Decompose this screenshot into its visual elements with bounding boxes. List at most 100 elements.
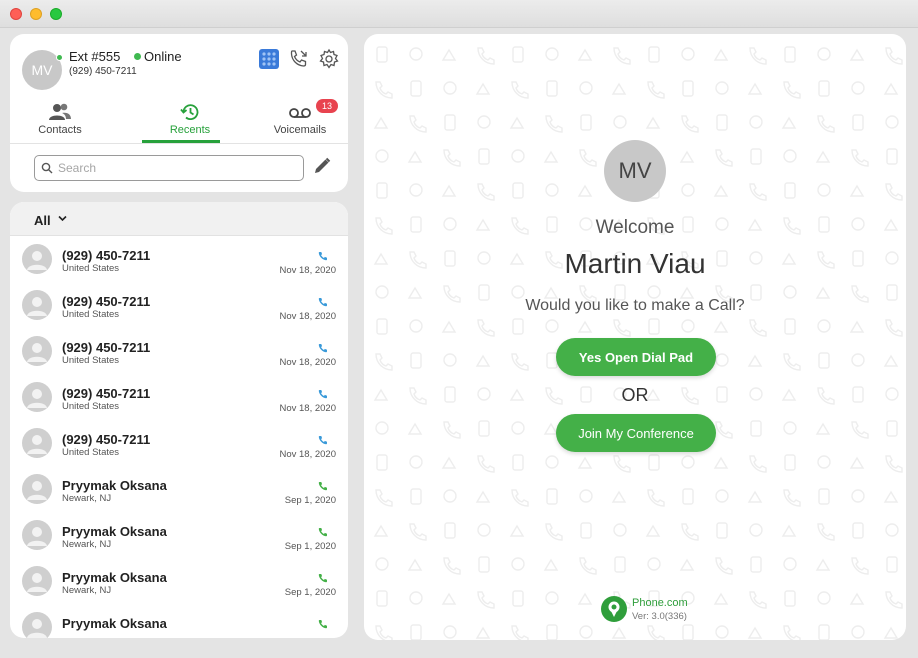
recent-call-date: Nov 18, 2020 — [279, 449, 336, 460]
window-maximize-button[interactable] — [50, 8, 62, 20]
search-input[interactable] — [58, 161, 288, 175]
phone-com-logo-icon — [601, 596, 627, 622]
recent-call-name: Pryymak Oksana — [62, 478, 167, 493]
recent-call-location: United States — [62, 263, 120, 274]
brand-name[interactable]: Phone.com — [632, 597, 688, 609]
background-pattern — [373, 46, 903, 640]
contacts-icon — [49, 103, 71, 120]
call-direction-icon — [318, 386, 328, 399]
status-label: Online — [144, 49, 182, 64]
version-label: Ver: 3.0(336) — [632, 611, 687, 622]
call-direction-icon — [318, 478, 328, 491]
recents-panel: All (929) 450-7211 United States Nov 18, 2… — [10, 202, 348, 638]
welcome-panel: MV Welcome Martin Viau Would you like to… — [364, 34, 906, 640]
user-avatar[interactable]: MV — [22, 50, 63, 90]
window-body: MV Ext #555 Online (929) 450-7211 Contac… — [0, 28, 918, 658]
user-phone-number: (929) 450-7211 — [69, 66, 137, 77]
call-prompt: Would you like to make a Call? — [525, 297, 745, 314]
call-direction-icon — [318, 524, 328, 537]
voicemail-icon — [289, 108, 311, 118]
recent-call-location: United States — [62, 401, 120, 412]
recent-call-location: United States — [62, 309, 120, 320]
recent-call-location: United States — [62, 447, 120, 458]
voicemail-count-badge: 13 — [316, 99, 338, 113]
tab-recents[interactable]: Recents — [140, 96, 240, 140]
phone-arrow-icon[interactable] — [288, 48, 310, 70]
call-direction-icon — [318, 432, 328, 445]
chevron-down-icon — [58, 215, 67, 222]
contact-avatar — [22, 290, 52, 320]
call-direction-icon — [318, 616, 328, 629]
filter-bar: All — [10, 202, 348, 236]
join-conference-button[interactable]: Join My Conference — [556, 414, 716, 452]
recent-call-date: Nov 18, 2020 — [279, 357, 336, 368]
recent-call-row[interactable]: (929) 450-7211 United States Nov 18, 2020 — [10, 236, 348, 282]
recent-call-date: Nov 18, 2020 — [279, 311, 336, 322]
call-direction-icon — [318, 248, 328, 261]
tab-voicemails[interactable]: 13 Voicemails — [250, 96, 350, 140]
user-name: Martin Viau — [564, 248, 706, 279]
contact-avatar — [22, 566, 52, 596]
recent-call-date: Sep 1, 2020 — [284, 541, 336, 552]
recent-call-row[interactable]: Pryymak Oksana Newark, NJ Sep 1, 2020 — [10, 512, 348, 558]
profile-card: MV Ext #555 Online (929) 450-7211 Contac… — [10, 34, 348, 192]
recent-call-row[interactable]: Pryymak Oksana — [10, 604, 348, 638]
user-avatar-initials: MV — [31, 62, 53, 78]
extension-label: Ext #555 — [69, 49, 121, 64]
call-direction-icon — [318, 340, 328, 353]
contact-avatar — [22, 474, 52, 504]
contact-avatar — [22, 382, 52, 412]
recent-call-date: Sep 1, 2020 — [284, 587, 336, 598]
filter-dropdown[interactable]: All — [34, 213, 51, 228]
window-titlebar — [0, 0, 918, 28]
window-minimize-button[interactable] — [30, 8, 42, 20]
recent-call-location: Newark, NJ — [62, 585, 112, 596]
tab-contacts[interactable]: Contacts — [10, 96, 110, 140]
welcome-heading: Welcome — [595, 217, 675, 238]
recent-call-name: Pryymak Oksana — [62, 570, 167, 585]
recent-call-row[interactable]: (929) 450-7211 United States Nov 18, 2020 — [10, 328, 348, 374]
welcome-avatar-initials: MV — [618, 158, 652, 183]
recent-call-location: United States — [62, 355, 120, 366]
tab-voicemails-label: Voicemails — [273, 124, 327, 136]
recent-call-name: (929) 450-7211 — [62, 340, 151, 355]
open-dialpad-button[interactable]: Yes Open Dial Pad — [556, 338, 716, 376]
search-field[interactable] — [34, 155, 304, 181]
recent-call-name: Pryymak Oksana — [62, 524, 167, 539]
contact-avatar — [22, 428, 52, 458]
recent-call-row[interactable]: (929) 450-7211 United States Nov 18, 2020 — [10, 420, 348, 466]
call-direction-icon — [318, 294, 328, 307]
recent-call-row[interactable]: (929) 450-7211 United States Nov 18, 2020 — [10, 282, 348, 328]
call-direction-icon — [318, 570, 328, 583]
search-icon — [41, 162, 53, 174]
online-status-dot — [56, 54, 63, 61]
contact-avatar — [22, 612, 52, 638]
or-separator: OR — [621, 385, 649, 405]
recent-call-row[interactable]: (929) 450-7211 United States Nov 18, 2020 — [10, 374, 348, 420]
contact-avatar — [22, 520, 52, 550]
window-close-button[interactable] — [10, 8, 22, 20]
contact-avatar — [22, 244, 52, 274]
status-indicator[interactable]: Online — [134, 49, 182, 64]
tab-contacts-label: Contacts — [38, 124, 82, 136]
recent-call-date: Sep 1, 2020 — [284, 495, 336, 506]
recent-call-name: (929) 450-7211 — [62, 294, 151, 309]
status-dot — [134, 53, 141, 60]
recent-call-name: (929) 450-7211 — [62, 386, 151, 401]
recent-call-name: (929) 450-7211 — [62, 248, 151, 263]
tab-recents-label: Recents — [169, 124, 211, 136]
main-tabs: Contacts Recents 13 Voicemails — [10, 96, 350, 144]
recent-call-name: (929) 450-7211 — [62, 432, 151, 447]
dialpad-grid-icon[interactable] — [258, 48, 280, 70]
tabs-divider — [10, 143, 348, 144]
recent-call-location: Newark, NJ — [62, 493, 112, 504]
welcome-avatar: MV — [604, 140, 666, 202]
recent-call-row[interactable]: Pryymak Oksana Newark, NJ Sep 1, 2020 — [10, 558, 348, 604]
recents-list: (929) 450-7211 United States Nov 18, 2020(… — [10, 236, 348, 638]
pencil-icon[interactable] — [312, 156, 332, 176]
history-icon — [180, 104, 199, 121]
recent-call-row[interactable]: Pryymak Oksana Newark, NJ Sep 1, 2020 — [10, 466, 348, 512]
recent-call-location: Newark, NJ — [62, 539, 112, 550]
recent-call-name: Pryymak Oksana — [62, 616, 167, 631]
gear-icon[interactable] — [318, 48, 340, 70]
